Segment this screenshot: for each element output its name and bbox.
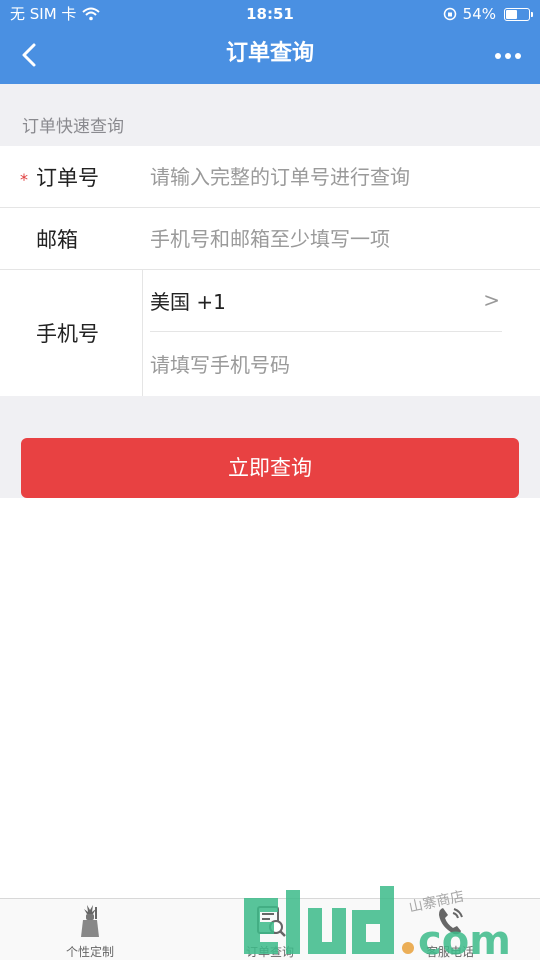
email-label: 邮箱 — [36, 228, 78, 252]
phone-label: 手机号 — [36, 322, 99, 346]
email-row: 邮箱 — [0, 208, 540, 270]
tab-bar: 个性定制 订单查询 客服电话 — [0, 898, 540, 960]
phone-row: 手机号 美国 +1 > — [0, 270, 540, 396]
tab-label: 客服电话 — [425, 945, 474, 959]
section-label: 订单快速查询 — [22, 117, 124, 137]
country-code-value: 美国 +1 — [150, 290, 226, 314]
battery-level — [506, 9, 517, 19]
order-number-label: 订单号 — [36, 166, 99, 190]
country-code-select[interactable]: 美国 +1 > — [150, 270, 502, 332]
tab-label: 订单查询 — [245, 945, 294, 959]
more-dots-icon — [505, 53, 511, 59]
email-input[interactable] — [150, 222, 520, 256]
tab-service-phone[interactable]: 客服电话 — [360, 899, 540, 960]
nav-bar: 订单查询 — [0, 28, 540, 84]
chevron-right-icon: > — [483, 288, 500, 312]
more-dots-icon — [495, 53, 501, 59]
phone-icon — [439, 908, 463, 935]
orientation-lock-icon — [443, 7, 456, 21]
divider — [142, 270, 143, 396]
required-mark: * — [20, 170, 28, 189]
query-button[interactable]: 立即查询 — [21, 438, 519, 498]
chevron-left-icon — [22, 43, 36, 67]
order-search-icon — [257, 906, 286, 937]
tab-label: 个性定制 — [65, 945, 114, 959]
phone-input[interactable] — [150, 348, 520, 382]
order-query-form: * 订单号 邮箱 手机号 美国 +1 > — [0, 146, 540, 396]
header: 无 SIM 卡 18:51 54% 订单查询 — [0, 0, 540, 84]
order-number-row: * 订单号 — [0, 146, 540, 208]
more-button[interactable] — [490, 38, 526, 74]
battery-icon — [504, 7, 533, 21]
status-bar: 无 SIM 卡 18:51 54% — [0, 0, 540, 28]
statue-icon — [81, 905, 99, 937]
back-button[interactable] — [14, 38, 50, 74]
status-right: 54% — [443, 0, 533, 28]
battery-percent: 54% — [462, 5, 496, 23]
page-title: 订单查询 — [225, 41, 314, 66]
tab-custom[interactable]: 个性定制 — [0, 899, 180, 960]
more-dots-icon — [515, 53, 521, 59]
order-number-input[interactable] — [150, 160, 520, 194]
tab-order-query[interactable]: 订单查询 — [180, 899, 360, 960]
